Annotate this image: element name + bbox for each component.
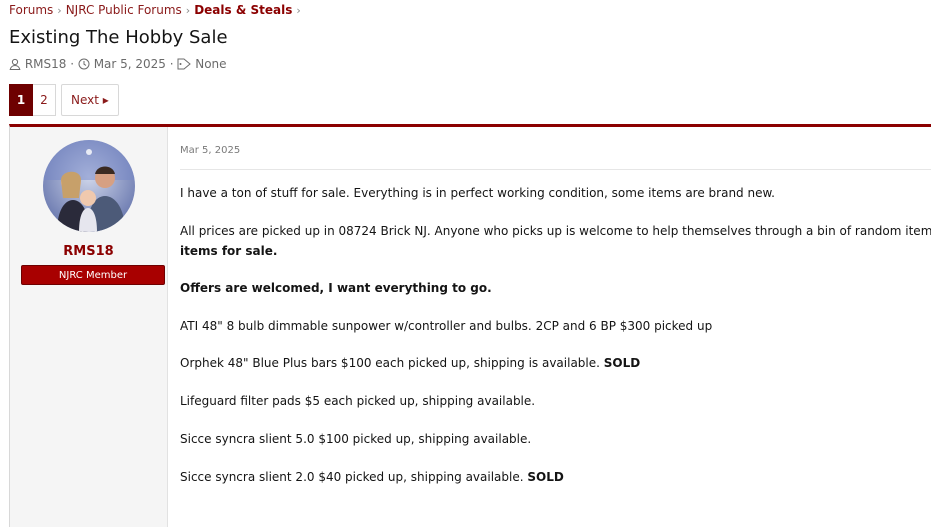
post-line-text: Sicce syncra slient 2.0 $40 picked up, s… xyxy=(180,470,528,484)
thread-tags: None xyxy=(195,57,227,71)
breadcrumb-njrc-public-forums[interactable]: NJRC Public Forums xyxy=(66,3,182,17)
post-user-panel: RMS18 NJRC Member xyxy=(10,127,168,527)
breadcrumb-separator: › xyxy=(57,4,62,17)
breadcrumb-forums[interactable]: Forums xyxy=(9,3,53,17)
post-line: I have a ton of stuff for sale. Everythi… xyxy=(180,186,775,200)
post-line-text: Orphek 48" Blue Plus bars $100 each pick… xyxy=(180,356,604,370)
post-line: ATI 48" 8 bulb dimmable sunpower w/contr… xyxy=(180,319,713,333)
thread-author[interactable]: RMS18 xyxy=(25,57,67,71)
clock-icon xyxy=(78,58,90,70)
post-line-offers: Offers are welcomed, I want everything t… xyxy=(180,281,492,295)
breadcrumb-separator: › xyxy=(296,4,301,17)
next-page-button[interactable]: Next ▸ xyxy=(61,84,119,116)
post: RMS18 NJRC Member Mar 5, 2025 I have a t… xyxy=(9,124,931,527)
user-badge: NJRC Member xyxy=(21,265,165,285)
post-line: Lifeguard filter pads $5 each picked up,… xyxy=(180,394,536,408)
pagination: 1 2 Next ▸ xyxy=(9,84,119,116)
post-line: Sicce syncra slient 5.0 $100 picked up, … xyxy=(180,432,532,446)
post-line: Orphek 48" Blue Plus bars $100 each pick… xyxy=(180,356,640,370)
breadcrumb: Forums › NJRC Public Forums › Deals & Steals… xyxy=(9,3,305,17)
user-icon xyxy=(9,58,21,70)
page-1-button[interactable]: 1 xyxy=(9,84,33,116)
post-line: Sicce syncra slient 2.0 $40 picked up, s… xyxy=(180,470,564,484)
thread-meta: RMS18 · Mar 5, 2025 · None xyxy=(9,57,227,71)
breadcrumb-deals-steals[interactable]: Deals & Steals xyxy=(194,3,292,17)
tag-icon xyxy=(177,58,192,70)
sold-label: SOLD xyxy=(603,356,641,370)
divider xyxy=(180,169,931,170)
post-line: All prices are picked up in 08724 Brick … xyxy=(180,224,931,238)
post-date[interactable]: Mar 5, 2025 xyxy=(180,145,240,156)
page-title: Existing The Hobby Sale xyxy=(9,27,228,48)
post-username[interactable]: RMS18 xyxy=(10,244,167,259)
post-line: items for sale. xyxy=(180,244,278,258)
sold-label: SOLD xyxy=(527,470,564,484)
thread-date[interactable]: Mar 5, 2025 xyxy=(94,57,166,71)
avatar[interactable] xyxy=(43,140,135,232)
page-2-button[interactable]: 2 xyxy=(33,84,56,116)
breadcrumb-separator: › xyxy=(185,4,191,17)
